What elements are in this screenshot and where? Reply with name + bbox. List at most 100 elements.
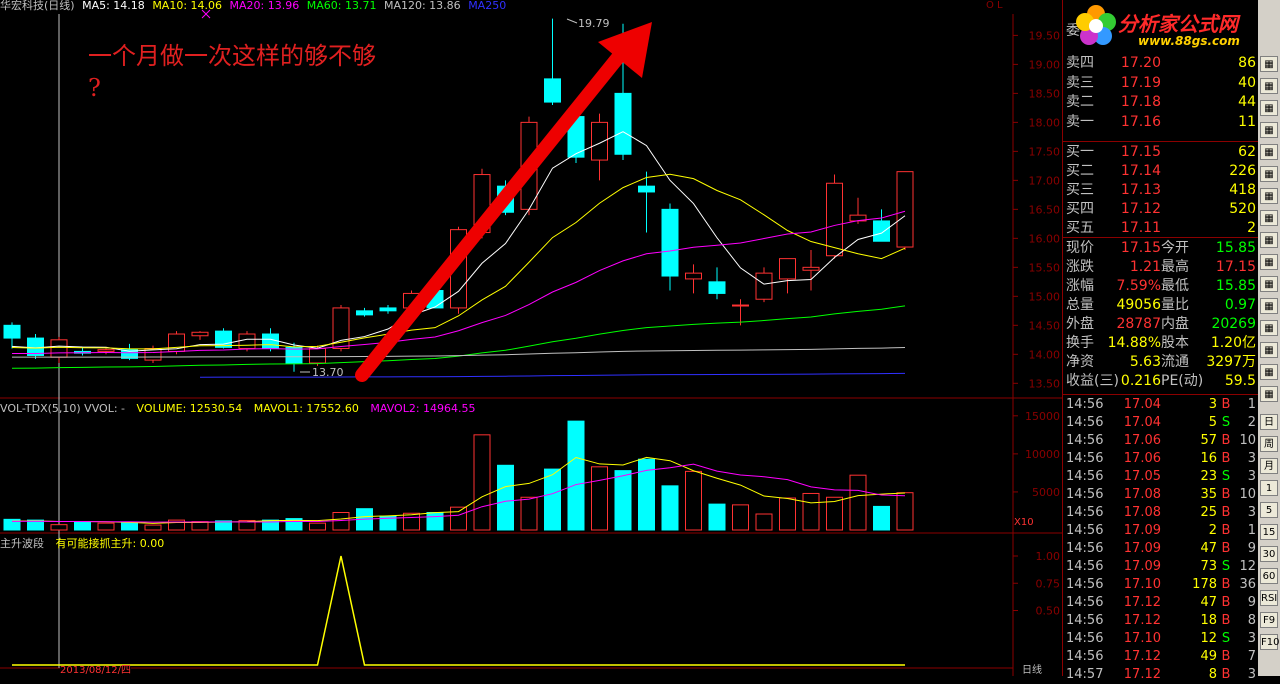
- toolbar-period-button[interactable]: 30: [1260, 546, 1278, 562]
- candle-body: [708, 281, 726, 294]
- tick-row[interactable]: 14:56 17.09 47 B 9: [1063, 540, 1259, 558]
- tick-row[interactable]: 14:57 17.12 8 B 3: [1063, 666, 1259, 684]
- stat-value: 5.63: [1129, 354, 1161, 370]
- stat-row: 涨幅 7.59% 最低 15.85: [1063, 277, 1259, 295]
- tick-direction: B: [1221, 577, 1231, 592]
- tick-count: 1: [1247, 523, 1256, 538]
- tick-count: 12: [1239, 559, 1256, 574]
- buy-row: 买二 17.14 226: [1063, 162, 1259, 180]
- stat-label-2: PE(动): [1161, 373, 1204, 389]
- buy-price: 17.11: [1120, 220, 1161, 236]
- tick-row[interactable]: 14:56 17.08 25 B 3: [1063, 504, 1259, 522]
- price-tick-label: 16.50: [1029, 203, 1061, 216]
- tick-price: 17.09: [1123, 523, 1161, 538]
- toolbar-icon-button[interactable]: ▦: [1260, 78, 1278, 94]
- tick-row[interactable]: 14:56 17.09 2 B 1: [1063, 522, 1259, 540]
- toolbar-period-button[interactable]: F10: [1260, 634, 1279, 650]
- tick-row[interactable]: 14:56 17.04 3 B 1: [1063, 396, 1259, 414]
- stat-value-2: 15.85: [1215, 278, 1256, 294]
- tick-direction: B: [1221, 667, 1231, 682]
- stat-label-2: 股本: [1161, 335, 1189, 351]
- volume-bar: [873, 505, 890, 531]
- buy-price: 17.12: [1120, 201, 1161, 217]
- tick-row[interactable]: 14:56 17.12 18 B 8: [1063, 612, 1259, 630]
- tick-row[interactable]: 14:56 17.09 73 S 12: [1063, 558, 1259, 576]
- candle-body: [614, 92, 632, 155]
- buy-volume: 62: [1238, 144, 1256, 160]
- toolbar-period-button[interactable]: 60: [1260, 568, 1278, 584]
- order-book-separator: [1063, 237, 1259, 238]
- candle-body: [285, 346, 303, 364]
- tick-direction: S: [1221, 559, 1231, 574]
- mavol2-value: MAVOL2: 14964.55: [370, 402, 476, 415]
- toolbar-icon-button[interactable]: ▦: [1260, 254, 1278, 270]
- vol-value: VOLUME: 12530.54: [136, 402, 243, 415]
- tick-direction: B: [1221, 523, 1231, 538]
- toolbar-icon-button[interactable]: ▦: [1260, 298, 1278, 314]
- toolbar-icon-button[interactable]: ▦: [1260, 364, 1278, 380]
- volume-bar: [802, 492, 820, 531]
- ma20-label: MA20: 13.96: [229, 0, 300, 12]
- toolbar-period-button[interactable]: 1: [1260, 480, 1278, 496]
- tick-volume: 5: [1208, 415, 1217, 430]
- tick-time: 14:56: [1066, 505, 1104, 520]
- stat-value-2: 15.85: [1215, 240, 1256, 256]
- tick-count: 3: [1247, 505, 1256, 520]
- tick-row[interactable]: 14:56 17.04 5 S 2: [1063, 414, 1259, 432]
- volume-tick-label: 15000: [1025, 410, 1060, 423]
- tick-row[interactable]: 14:56 17.12 47 B 9: [1063, 594, 1259, 612]
- tick-time: 14:56: [1066, 469, 1104, 484]
- annotation-line2: ?: [88, 74, 101, 102]
- stat-value: 28787: [1116, 316, 1161, 332]
- kline-chart-area[interactable]: 19.50 19.00 18.50 18.00 17.50 17.00 16.50 16.00…: [0, 0, 1062, 676]
- candle-body: [27, 337, 44, 356]
- tick-row[interactable]: 14:56 17.06 57 B 10: [1063, 432, 1259, 450]
- tick-count: 2: [1247, 415, 1256, 430]
- tick-row[interactable]: 14:56 17.10 12 S 3: [1063, 630, 1259, 648]
- candle-body: [685, 272, 702, 280]
- toolbar-icon-button[interactable]: ▦: [1260, 188, 1278, 204]
- toolbar-period-button[interactable]: 日: [1260, 414, 1278, 430]
- tick-row[interactable]: 14:56 17.05 23 S 3: [1063, 468, 1259, 486]
- ma60-label: MA60: 13.71: [306, 0, 377, 12]
- stat-value-2: 17.15: [1215, 259, 1256, 275]
- tick-row[interactable]: 14:56 17.08 35 B 10: [1063, 486, 1259, 504]
- stock-name: 华宏科技(日线): [0, 0, 75, 12]
- toolbar-period-button[interactable]: 月: [1260, 458, 1278, 474]
- tick-row[interactable]: 14:56 17.12 49 B 7: [1063, 648, 1259, 666]
- toolbar-icon-button[interactable]: ▦: [1260, 276, 1278, 292]
- stat-value-2: 0.97: [1224, 297, 1256, 313]
- toolbar-period-button[interactable]: 5: [1260, 502, 1278, 518]
- toolbar-icon-button[interactable]: ▦: [1260, 342, 1278, 358]
- toolbar-period-button[interactable]: 15: [1260, 524, 1278, 540]
- tick-volume: 47: [1200, 595, 1217, 610]
- tick-row[interactable]: 14:56 17.10 178 B 36: [1063, 576, 1259, 594]
- toolbar-icon-button[interactable]: ▦: [1260, 166, 1278, 182]
- stat-value: 49056: [1116, 297, 1161, 313]
- stat-label-2: 流通: [1161, 354, 1189, 370]
- toolbar-icon-button[interactable]: ▦: [1260, 232, 1278, 248]
- toolbar-icon-button[interactable]: ▦: [1260, 386, 1278, 402]
- stat-label: 涨幅: [1066, 278, 1094, 294]
- tick-count: 3: [1247, 469, 1256, 484]
- stat-value-2: 3297万: [1206, 354, 1256, 370]
- candle-body: [638, 185, 655, 193]
- tick-row[interactable]: 14:56 17.06 16 B 3: [1063, 450, 1259, 468]
- buy-row: 买四 17.12 520: [1063, 200, 1259, 218]
- toolbar-icon-button[interactable]: ▦: [1260, 320, 1278, 336]
- tick-direction: B: [1221, 541, 1231, 556]
- toolbar-period-button[interactable]: F9: [1260, 612, 1278, 628]
- toolbar-icon-button[interactable]: ▦: [1260, 210, 1278, 226]
- toolbar-icon-button[interactable]: ▦: [1260, 122, 1278, 138]
- tick-direction: B: [1221, 613, 1231, 628]
- toolbar-icon-button[interactable]: ▦: [1260, 144, 1278, 160]
- stat-value: 17.15: [1120, 240, 1161, 256]
- toolbar-period-button[interactable]: RSI: [1260, 590, 1278, 606]
- toolbar-icon-button[interactable]: ▦: [1260, 56, 1278, 72]
- buy-row: 买五 17.11 2: [1063, 219, 1259, 237]
- toolbar-icon-button[interactable]: ▦: [1260, 100, 1278, 116]
- tick-price: 17.06: [1123, 451, 1161, 466]
- toolbar-period-button[interactable]: 周: [1260, 436, 1278, 452]
- sell-price: 17.16: [1120, 113, 1161, 130]
- vol-indicator-name: VOL-TDX(5,10) VVOL: -: [0, 402, 125, 415]
